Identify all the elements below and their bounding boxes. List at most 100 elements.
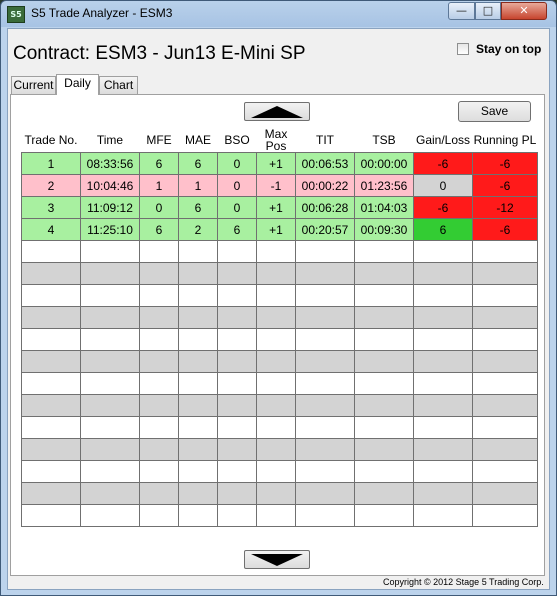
table-cell [256, 460, 296, 483]
empty-table-row[interactable] [21, 240, 538, 263]
table-cell [139, 416, 179, 439]
table-cell: 0 [217, 174, 257, 197]
table-cell [354, 482, 414, 505]
empty-table-row[interactable] [21, 350, 538, 373]
empty-table-row[interactable] [21, 262, 538, 285]
table-cell [295, 350, 355, 373]
table-cell [354, 350, 414, 373]
table-row[interactable]: 2 10:04:46 1 1 0 -1 00:00:22 01:23:56 0 -6 [21, 174, 538, 197]
table-cell: 01:23:56 [354, 174, 414, 197]
table-cell [413, 482, 473, 505]
table-cell [139, 350, 179, 373]
table-cell [21, 416, 81, 439]
table-cell [21, 240, 81, 263]
trades-table: Trade No. Time MFE MAE BSO Max Pos TIT T… [21, 127, 538, 527]
table-cell [217, 284, 257, 307]
stay-on-top-checkbox[interactable] [457, 43, 469, 55]
table-cell [217, 482, 257, 505]
table-cell [256, 438, 296, 461]
table-cell [139, 240, 179, 263]
empty-table-row[interactable] [21, 482, 538, 505]
table-cell [178, 460, 218, 483]
tab-chart[interactable]: Chart [99, 76, 138, 94]
table-cell [21, 394, 81, 417]
save-button[interactable]: Save [458, 101, 531, 122]
column-header-mfe: MFE [139, 127, 179, 153]
table-cell [256, 328, 296, 351]
table-cell [295, 482, 355, 505]
column-header-time: Time [80, 127, 140, 153]
maximize-button[interactable]: □ [475, 2, 501, 20]
table-cell [139, 438, 179, 461]
empty-table-row[interactable] [21, 416, 538, 439]
empty-table-row[interactable] [21, 504, 538, 527]
empty-table-row[interactable] [21, 372, 538, 395]
minimize-button[interactable]: — [448, 2, 475, 20]
table-cell [80, 240, 140, 263]
table-cell [413, 460, 473, 483]
empty-table-row[interactable] [21, 284, 538, 307]
daily-panel: Save Trade No. Time MFE MAE BSO Max Pos … [10, 94, 545, 576]
title-bar[interactable]: S5 S5 Trade Analyzer - ESM3 — □ ✕ [1, 1, 556, 27]
table-row[interactable]: 3 11:09:12 0 6 0 +1 00:06:28 01:04:03 -6 -12 [21, 196, 538, 219]
table-cell [472, 394, 538, 417]
table-cell [256, 504, 296, 527]
table-cell [139, 460, 179, 483]
table-cell [256, 416, 296, 439]
table-cell [21, 350, 81, 373]
table-cell [217, 372, 257, 395]
table-cell [21, 328, 81, 351]
table-cell [354, 460, 414, 483]
table-row[interactable]: 1 08:33:56 6 6 0 +1 00:06:53 00:00:00 -6 -6 [21, 152, 538, 175]
table-cell [139, 394, 179, 417]
column-header-trade-no: Trade No. [21, 127, 81, 153]
table-cell: 0 [217, 196, 257, 219]
tab-daily[interactable]: Daily [56, 74, 99, 95]
table-cell [472, 482, 538, 505]
scroll-up-button[interactable] [244, 102, 310, 121]
table-cell [413, 306, 473, 329]
table-cell [80, 416, 140, 439]
table-row[interactable]: 4 11:25:10 6 2 6 +1 00:20:57 00:09:30 6 -6 [21, 218, 538, 241]
table-cell [295, 306, 355, 329]
column-header-max-pos: Max Pos [256, 127, 296, 153]
table-cell [139, 328, 179, 351]
table-cell [413, 284, 473, 307]
table-cell [21, 482, 81, 505]
copyright-text: Copyright © 2012 Stage 5 Trading Corp. [383, 577, 544, 587]
table-cell: -6 [413, 196, 473, 219]
table-cell [472, 416, 538, 439]
table-cell [21, 262, 81, 285]
column-header-tit: TIT [295, 127, 355, 153]
table-cell [295, 284, 355, 307]
table-cell: 0 [139, 196, 179, 219]
table-cell [217, 328, 257, 351]
table-cell [354, 394, 414, 417]
table-cell [413, 394, 473, 417]
table-cell [80, 438, 140, 461]
table-cell [413, 350, 473, 373]
table-cell [295, 240, 355, 263]
table-cell: 1 [21, 152, 81, 175]
table-header-row: Trade No. Time MFE MAE BSO Max Pos TIT T… [21, 127, 538, 153]
table-cell [413, 328, 473, 351]
empty-table-row[interactable] [21, 460, 538, 483]
table-cell [21, 504, 81, 527]
empty-table-row[interactable] [21, 394, 538, 417]
table-cell [178, 372, 218, 395]
empty-table-row[interactable] [21, 438, 538, 461]
table-cell [178, 284, 218, 307]
table-cell [217, 350, 257, 373]
table-cell: 11:25:10 [80, 218, 140, 241]
table-cell [354, 262, 414, 285]
scroll-down-button[interactable] [244, 550, 310, 569]
table-cell: -6 [472, 218, 538, 241]
table-cell [354, 416, 414, 439]
table-cell: -12 [472, 196, 538, 219]
tab-current[interactable]: Current [11, 76, 56, 94]
column-header-gain-loss: Gain/Loss [413, 127, 473, 153]
empty-table-row[interactable] [21, 328, 538, 351]
empty-table-row[interactable] [21, 306, 538, 329]
stay-on-top-option[interactable]: Stay on top [457, 42, 541, 56]
close-button[interactable]: ✕ [501, 2, 547, 20]
